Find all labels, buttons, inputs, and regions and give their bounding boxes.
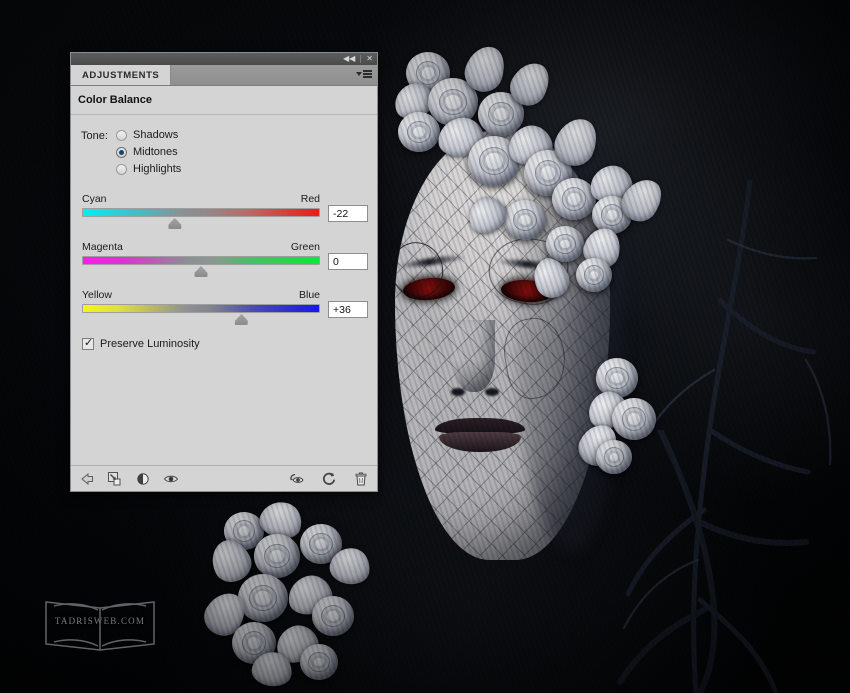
slider-yellow-blue-value[interactable]: +36 xyxy=(328,301,368,318)
radio-highlights-label: Highlights xyxy=(133,163,181,175)
radio-midtones[interactable]: Midtones xyxy=(116,146,181,158)
hamburger-icon xyxy=(363,70,372,78)
slider-cyan-red-value[interactable]: -22 xyxy=(328,205,368,222)
preserve-luminosity-row[interactable]: Preserve Luminosity xyxy=(82,338,377,350)
slider-magenta-green-thumb[interactable] xyxy=(195,266,208,277)
radio-midtones-label: Midtones xyxy=(133,146,178,158)
radio-shadows[interactable]: Shadows xyxy=(116,129,181,141)
slider-cyan-red-left-label: Cyan xyxy=(82,193,107,205)
radio-shadows-label: Shadows xyxy=(133,129,178,141)
radio-highlights[interactable]: Highlights xyxy=(116,163,181,175)
adjustment-layer-icon[interactable] xyxy=(135,471,151,487)
tab-adjustments[interactable]: ADJUSTMENTS xyxy=(71,65,171,85)
watermark-logo: TADRISWEB.COM xyxy=(40,592,160,654)
toggle-visibility-icon[interactable] xyxy=(163,471,179,487)
slider-magenta-green-right-label: Green xyxy=(291,241,320,253)
tone-radio-group: Shadows Midtones Highlights xyxy=(116,129,181,175)
panel-menu-icon[interactable] xyxy=(356,70,372,78)
slider-yellow-blue-thumb[interactable] xyxy=(235,314,248,325)
panel-titlebar: ◀◀ ✕ xyxy=(71,53,377,65)
panel-tabbar: ADJUSTMENTS xyxy=(71,65,377,86)
slider-yellow-blue-track[interactable] xyxy=(82,304,320,313)
slider-cyan-red-thumb[interactable] xyxy=(168,218,181,229)
tone-label: Tone: xyxy=(81,129,116,175)
panel-body: Tone: Shadows Midtones Highlights xyxy=(71,115,377,465)
delete-icon[interactable] xyxy=(353,471,369,487)
preview-icon[interactable] xyxy=(289,471,305,487)
radio-midtones-dot xyxy=(116,147,127,158)
slider-magenta-green: Magenta Green 0 xyxy=(82,241,368,276)
tab-adjustments-label: ADJUSTMENTS xyxy=(82,70,159,81)
slider-magenta-green-value[interactable]: 0 xyxy=(328,253,368,270)
preserve-luminosity-label: Preserve Luminosity xyxy=(100,338,200,350)
slider-cyan-red-track[interactable] xyxy=(82,208,320,217)
reset-icon[interactable] xyxy=(321,471,337,487)
radio-highlights-dot xyxy=(116,164,127,175)
radio-shadows-dot xyxy=(116,130,127,141)
panel-footer xyxy=(71,465,377,491)
panel-heading: Color Balance xyxy=(71,86,377,115)
clip-to-layer-icon[interactable] xyxy=(107,471,123,487)
back-arrow-icon[interactable] xyxy=(79,471,95,487)
slider-cyan-red: Cyan Red -22 xyxy=(82,193,368,228)
slider-yellow-blue-right-label: Blue xyxy=(299,289,320,301)
adjustments-panel[interactable]: ◀◀ ✕ ADJUSTMENTS Color Balance Tone: Sha… xyxy=(70,52,378,492)
slider-yellow-blue: Yellow Blue +36 xyxy=(82,289,368,324)
slider-cyan-red-right-label: Red xyxy=(301,193,320,205)
watermark-text: TADRISWEB.COM xyxy=(40,616,160,626)
tone-row: Tone: Shadows Midtones Highlights xyxy=(71,129,377,175)
slider-magenta-green-track[interactable] xyxy=(82,256,320,265)
chevron-down-icon xyxy=(356,72,362,76)
slider-magenta-green-left-label: Magenta xyxy=(82,241,123,253)
preserve-luminosity-checkbox[interactable] xyxy=(82,338,94,350)
titlebar-divider xyxy=(360,55,361,63)
close-icon[interactable]: ✕ xyxy=(366,55,373,63)
collapse-icon[interactable]: ◀◀ xyxy=(343,55,355,63)
slider-yellow-blue-left-label: Yellow xyxy=(82,289,112,301)
color-balance-sliders: Cyan Red -22 Magen xyxy=(71,193,377,324)
